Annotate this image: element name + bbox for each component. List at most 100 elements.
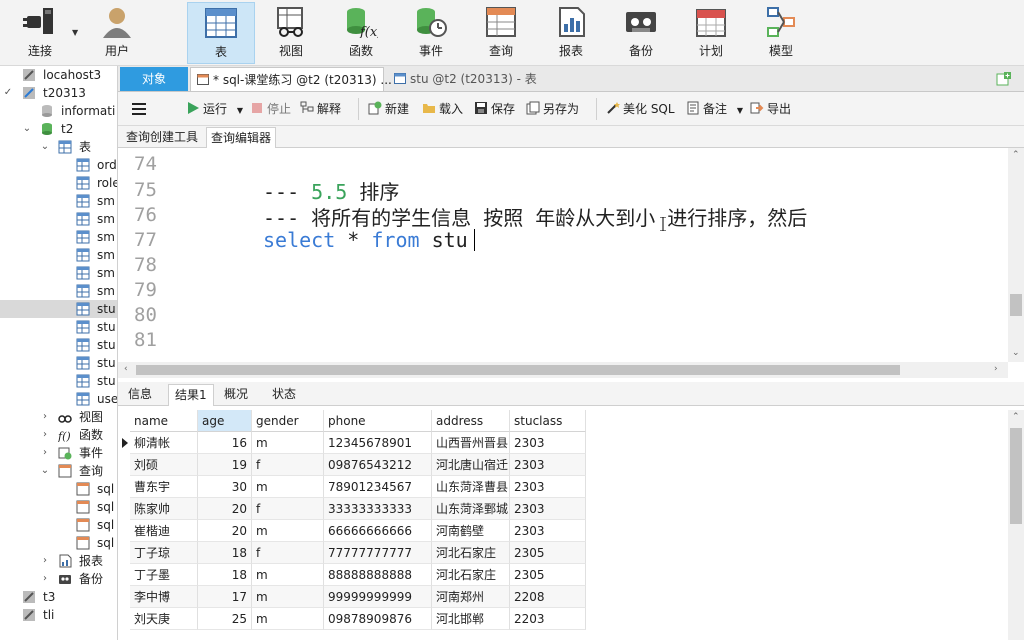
- nav-folder-queries[interactable]: ⌄ 查询: [0, 462, 117, 480]
- chevron-right-icon[interactable]: ›: [40, 426, 50, 444]
- nav-table-item[interactable]: sm: [0, 210, 117, 228]
- table-row[interactable]: 刘硕 19 f 09876543212 河北唐山宿迁 2303: [118, 454, 588, 476]
- nav-table-item[interactable]: stu: [0, 336, 117, 354]
- column-header-phone[interactable]: phone: [324, 410, 432, 432]
- nav-table-item[interactable]: stu: [0, 354, 117, 372]
- export-button[interactable]: 导出: [750, 100, 791, 118]
- tab-query-sql[interactable]: * sql-课堂练习 @t2 (t20313) ...: [190, 67, 392, 91]
- scroll-down-icon[interactable]: ⌄: [1012, 348, 1020, 358]
- explain-button[interactable]: 解释: [300, 100, 341, 118]
- event-button[interactable]: 事件: [397, 2, 465, 64]
- view-button[interactable]: 视图: [257, 2, 325, 64]
- chevron-down-icon[interactable]: ⌄: [40, 138, 50, 156]
- nav-table-item[interactable]: ord: [0, 156, 117, 174]
- function-button[interactable]: f(x) 函数: [327, 2, 395, 64]
- table-button[interactable]: 表: [187, 2, 255, 64]
- scroll-up-icon[interactable]: ⌃: [1012, 150, 1020, 160]
- scrollbar-thumb[interactable]: [1010, 428, 1022, 524]
- table-row[interactable]: 丁子墨 18 m 88888888888 河北石家庄 2305: [118, 564, 588, 586]
- notes-button[interactable]: 备注 ▼: [686, 100, 743, 118]
- nav-folder-events[interactable]: › 事件: [0, 444, 117, 462]
- nav-table-item[interactable]: sm: [0, 282, 117, 300]
- load-button[interactable]: 载入: [422, 100, 463, 118]
- nav-folder-tables[interactable]: ⌄ 表: [0, 138, 117, 156]
- collapse-icon[interactable]: ✓: [3, 84, 13, 102]
- tab-result1[interactable]: 结果1: [168, 384, 214, 406]
- table-row[interactable]: 陈家帅 20 f 33333333333 山东菏泽鄄城 2303: [118, 498, 588, 520]
- model-button[interactable]: 模型: [747, 2, 815, 64]
- nav-table-item[interactable]: stu: [0, 318, 117, 336]
- tab-status[interactable]: 状态: [266, 384, 302, 406]
- query-button[interactable]: 查询: [467, 2, 535, 64]
- editor-horizontal-scrollbar[interactable]: ‹ ›: [118, 362, 1008, 378]
- editor-vertical-scrollbar[interactable]: ⌃ ⌄: [1008, 148, 1024, 362]
- tab-query-builder[interactable]: 查询创建工具: [122, 127, 202, 148]
- chevron-right-icon[interactable]: ›: [40, 570, 50, 588]
- scrollbar-thumb[interactable]: [136, 365, 900, 375]
- nav-query-item[interactable]: sql: [0, 498, 117, 516]
- nav-connection-locahost3[interactable]: locahost3: [0, 66, 117, 84]
- chevron-down-icon[interactable]: ⌄: [22, 120, 32, 138]
- scroll-left-icon[interactable]: ‹: [124, 364, 128, 374]
- schedule-button[interactable]: 计划: [677, 2, 745, 64]
- run-dropdown-icon[interactable]: ▼: [237, 106, 243, 115]
- chevron-right-icon[interactable]: ›: [40, 408, 50, 426]
- scroll-up-icon[interactable]: ⌃: [1012, 412, 1020, 422]
- save-as-button[interactable]: 另存为: [526, 100, 579, 118]
- notes-dropdown-icon[interactable]: ▼: [737, 106, 743, 115]
- scroll-right-icon[interactable]: ›: [994, 364, 998, 374]
- sql-editor[interactable]: 74 75 76 77 78 79 80 81 --- 5.5 排序 --- 将…: [118, 148, 1010, 362]
- tab-objects[interactable]: 对象: [120, 67, 188, 91]
- column-header-stuclass[interactable]: stuclass: [510, 410, 586, 432]
- table-row[interactable]: 李中博 17 m 99999999999 河南郑州 2208: [118, 586, 588, 608]
- tab-profile[interactable]: 概况: [218, 384, 254, 406]
- nav-folder-reports[interactable]: › 报表: [0, 552, 117, 570]
- nav-folder-backups[interactable]: › 备份: [0, 570, 117, 588]
- table-row[interactable]: 曹东宇 30 m 78901234567 山东菏泽曹县 2303: [118, 476, 588, 498]
- column-header-gender[interactable]: gender: [252, 410, 324, 432]
- nav-query-item[interactable]: sql: [0, 480, 117, 498]
- stop-button[interactable]: 停止: [250, 100, 291, 118]
- nav-db-information[interactable]: informati: [0, 102, 117, 120]
- nav-table-item[interactable]: role: [0, 174, 117, 192]
- nav-query-item[interactable]: sql: [0, 534, 117, 552]
- menu-icon[interactable]: [132, 102, 146, 116]
- backup-button[interactable]: 备份: [607, 2, 675, 64]
- user-button[interactable]: 用户: [83, 2, 151, 64]
- new-tab-icon[interactable]: [996, 71, 1012, 87]
- tab-query-editor[interactable]: 查询编辑器: [206, 127, 277, 148]
- table-row[interactable]: 刘天庚 25 m 09878909876 河北邯郸 2203: [118, 608, 588, 630]
- nav-table-item[interactable]: sm: [0, 192, 117, 210]
- scrollbar-thumb[interactable]: [1010, 294, 1022, 316]
- nav-table-item[interactable]: sm: [0, 264, 117, 282]
- chevron-right-icon[interactable]: ›: [40, 444, 50, 462]
- beautify-sql-button[interactable]: 美化 SQL: [606, 100, 675, 118]
- nav-query-item[interactable]: sql: [0, 516, 117, 534]
- nav-folder-functions[interactable]: › f() 函数: [0, 426, 117, 444]
- nav-folder-views[interactable]: › 视图: [0, 408, 117, 426]
- table-row[interactable]: 柳清帐 16 m 12345678901 山西晋州晋县 2303: [118, 432, 588, 454]
- nav-connection-tli[interactable]: tli: [0, 606, 117, 624]
- column-header-age[interactable]: age: [198, 410, 252, 432]
- nav-table-item[interactable]: stu: [0, 372, 117, 390]
- connect-button[interactable]: 连接: [6, 2, 74, 64]
- nav-connection-t20313[interactable]: ✓ t20313: [0, 84, 117, 102]
- table-row[interactable]: 崔楷迪 20 m 66666666666 河南鹤壁 2303: [118, 520, 588, 542]
- nav-table-item[interactable]: use: [0, 390, 117, 408]
- column-header-name[interactable]: name: [130, 410, 198, 432]
- nav-table-item[interactable]: sm: [0, 228, 117, 246]
- nav-db-t2[interactable]: ⌄ t2: [0, 120, 117, 138]
- tab-info[interactable]: 信息: [122, 384, 158, 406]
- grid-vertical-scrollbar[interactable]: ⌃: [1008, 410, 1024, 640]
- result-grid[interactable]: name age gender phone address stuclass 柳…: [118, 410, 1008, 640]
- chevron-right-icon[interactable]: ›: [40, 552, 50, 570]
- nav-table-item-selected[interactable]: stu: [0, 300, 117, 318]
- nav-connection-t3[interactable]: t3: [0, 588, 117, 606]
- report-button[interactable]: 报表: [537, 2, 605, 64]
- new-button[interactable]: 新建: [368, 100, 409, 118]
- tab-table-stu[interactable]: stu @t2 (t20313) - 表: [388, 67, 568, 91]
- connect-dropdown-icon[interactable]: ▼: [72, 28, 78, 37]
- run-button[interactable]: 运行 ▼: [186, 100, 243, 118]
- column-header-address[interactable]: address: [432, 410, 510, 432]
- table-row[interactable]: 丁子琼 18 f 77777777777 河北石家庄 2305: [118, 542, 588, 564]
